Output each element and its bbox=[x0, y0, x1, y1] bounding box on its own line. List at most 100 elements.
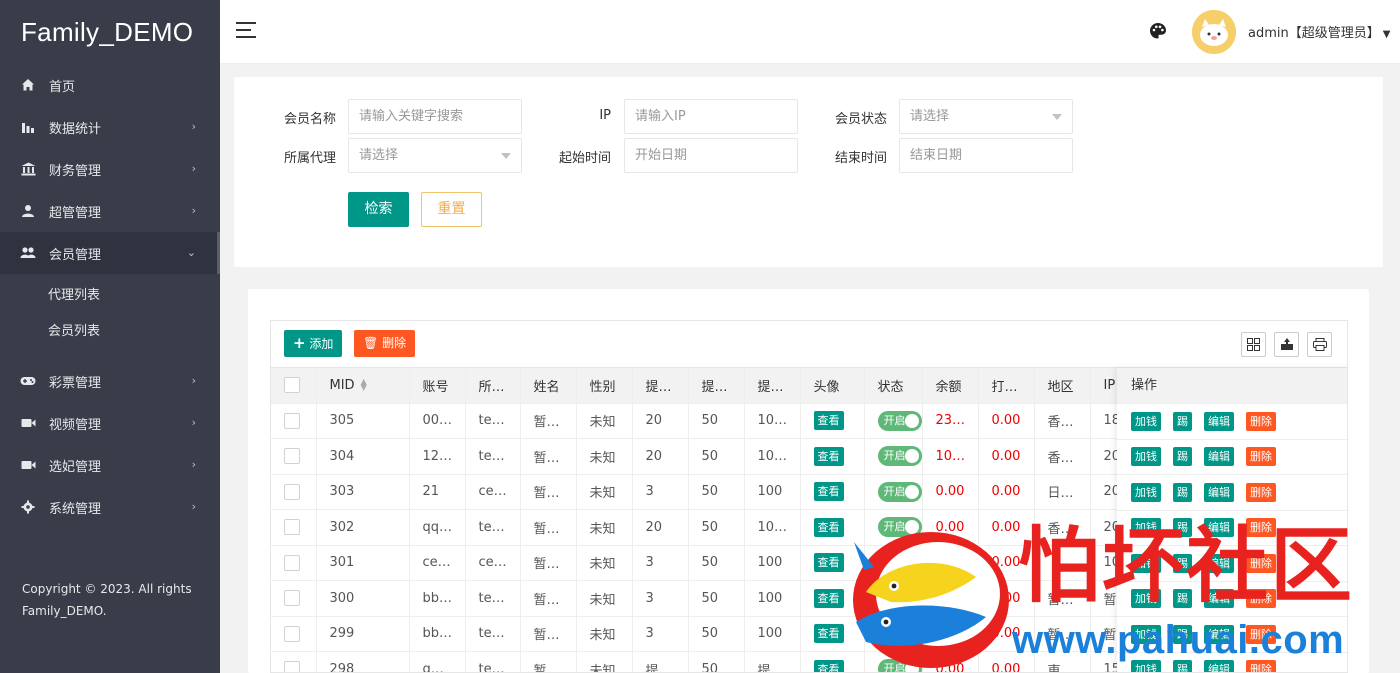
row-checkbox[interactable] bbox=[284, 483, 300, 500]
edit-button[interactable]: 编辑 bbox=[1204, 660, 1234, 672]
row-checkbox[interactable] bbox=[284, 412, 300, 429]
print-icon[interactable] bbox=[1307, 332, 1332, 357]
sidebar-subitem-member-list[interactable]: 会员列表 bbox=[0, 314, 220, 350]
kick-button[interactable]: 踢 bbox=[1173, 589, 1192, 609]
ip-input[interactable]: 请输入IP bbox=[624, 99, 798, 134]
view-avatar-button[interactable]: 查看 bbox=[813, 588, 844, 608]
row-checkbox[interactable] bbox=[284, 590, 300, 607]
sidebar-item-data-stats[interactable]: 数据统计 › bbox=[0, 106, 220, 148]
table-cell: 100 bbox=[744, 580, 801, 617]
status-toggle[interactable]: 开启 bbox=[877, 588, 921, 609]
sidebar-item-system[interactable]: 系统管理 › bbox=[0, 486, 220, 528]
agent-select[interactable]: 请选择 bbox=[348, 138, 522, 173]
sidebar-item-finance[interactable]: 财务管理 › bbox=[0, 148, 220, 190]
add-money-button[interactable]: 加钱 bbox=[1131, 447, 1161, 467]
table-cell: te… bbox=[465, 403, 521, 439]
kick-button[interactable]: 踢 bbox=[1173, 411, 1192, 431]
view-avatar-button[interactable]: 查看 bbox=[813, 517, 844, 537]
delete-row-button[interactable]: 删除 bbox=[1246, 660, 1276, 672]
edit-button[interactable]: 编辑 bbox=[1204, 411, 1234, 431]
table-cell: 未知 bbox=[576, 651, 633, 672]
kick-button[interactable]: 踢 bbox=[1173, 553, 1192, 573]
search-button[interactable]: 检索 bbox=[348, 192, 409, 227]
sort-icon[interactable]: ▲ ▼ bbox=[361, 378, 367, 392]
delete-row-button[interactable]: 删除 bbox=[1246, 482, 1276, 502]
delete-row-button[interactable]: 删除 bbox=[1246, 624, 1276, 644]
kick-button[interactable]: 踢 bbox=[1173, 518, 1192, 538]
status-toggle[interactable]: 开启 bbox=[877, 481, 921, 502]
add-money-button[interactable]: 加钱 bbox=[1131, 660, 1161, 672]
edit-button[interactable]: 编辑 bbox=[1204, 447, 1234, 467]
gamepad-icon bbox=[20, 373, 36, 389]
row-checkbox[interactable] bbox=[284, 661, 300, 672]
sidebar-item-home[interactable]: 首页 bbox=[0, 64, 220, 106]
status-toggle[interactable]: 开启 bbox=[877, 659, 921, 672]
sidebar-item-select[interactable]: 选妃管理 › bbox=[0, 444, 220, 486]
table-cell: qq… bbox=[409, 509, 466, 546]
row-checkbox[interactable] bbox=[284, 448, 300, 465]
row-checkbox[interactable] bbox=[284, 625, 300, 642]
status-toggle[interactable]: 开启 bbox=[877, 410, 921, 431]
edit-button[interactable]: 编辑 bbox=[1204, 518, 1234, 538]
status-toggle[interactable]: 开启 bbox=[877, 623, 921, 644]
columns-filter-icon[interactable] bbox=[1241, 332, 1266, 357]
table-cell: 20 bbox=[632, 403, 689, 439]
edit-button[interactable]: 编辑 bbox=[1204, 589, 1234, 609]
row-select-cell bbox=[271, 580, 317, 617]
table-cell: 3 bbox=[632, 474, 689, 510]
sidebar-item-video[interactable]: 视频管理 › bbox=[0, 402, 220, 444]
column-header[interactable]: MID ▲ ▼ bbox=[316, 368, 410, 404]
view-avatar-button[interactable]: 查看 bbox=[813, 624, 844, 644]
sidebar-item-members[interactable]: 会员管理 ⌄ bbox=[0, 232, 220, 274]
view-avatar-button[interactable]: 查看 bbox=[813, 446, 844, 466]
row-select-cell bbox=[271, 474, 317, 510]
delete-row-button[interactable]: 删除 bbox=[1246, 518, 1276, 538]
table-row: 301 ce… ce… 暂… 未知 3 50 100 查看 开启 0.00 10 bbox=[271, 545, 1147, 581]
kick-button[interactable]: 踢 bbox=[1173, 447, 1192, 467]
delete-button[interactable]: 🗑 删除 bbox=[354, 330, 416, 357]
avatar[interactable] bbox=[1192, 10, 1236, 54]
kick-button[interactable]: 踢 bbox=[1173, 482, 1192, 502]
member-name-input[interactable]: 请输入关键字搜索 bbox=[348, 99, 522, 134]
end-date-label: 结束时间 bbox=[834, 151, 887, 166]
row-checkbox[interactable] bbox=[284, 519, 300, 536]
sidebar-subitem-agent-list[interactable]: 代理列表 bbox=[0, 278, 220, 314]
delete-row-button[interactable]: 删除 bbox=[1246, 447, 1276, 467]
export-icon[interactable] bbox=[1274, 332, 1299, 357]
add-button[interactable]: + 添加 bbox=[284, 330, 343, 357]
delete-row-button[interactable]: 删除 bbox=[1246, 553, 1276, 573]
status-toggle[interactable]: 开启 bbox=[877, 552, 921, 573]
sidebar-item-lottery[interactable]: 彩票管理 › bbox=[0, 360, 220, 402]
delete-row-button[interactable]: 删除 bbox=[1246, 411, 1276, 431]
add-money-button[interactable]: 加钱 bbox=[1131, 589, 1161, 609]
add-money-button[interactable]: 加钱 bbox=[1131, 553, 1161, 573]
view-avatar-button[interactable]: 查看 bbox=[813, 659, 844, 672]
delete-row-button[interactable]: 删除 bbox=[1246, 589, 1276, 609]
edit-button[interactable]: 编辑 bbox=[1204, 624, 1234, 644]
add-money-button[interactable]: 加钱 bbox=[1131, 411, 1161, 431]
select-all-checkbox[interactable] bbox=[284, 377, 300, 394]
end-date-input[interactable]: 结束日期 bbox=[899, 138, 1073, 173]
edit-button[interactable]: 编辑 bbox=[1204, 553, 1234, 573]
user-menu[interactable]: admin【超级管理员】 ▼ bbox=[1248, 22, 1390, 41]
table-cell: 304 bbox=[316, 438, 410, 475]
start-date-input[interactable]: 开始日期 bbox=[624, 138, 798, 173]
add-money-button[interactable]: 加钱 bbox=[1131, 482, 1161, 502]
status-toggle[interactable]: 开启 bbox=[877, 446, 921, 467]
palette-icon[interactable] bbox=[1149, 22, 1169, 42]
kick-button[interactable]: 踢 bbox=[1173, 660, 1192, 672]
sidebar-item-admin[interactable]: 超管管理 › bbox=[0, 190, 220, 232]
status-toggle[interactable]: 开启 bbox=[877, 517, 921, 538]
view-avatar-button[interactable]: 查看 bbox=[813, 482, 844, 502]
table-cell: 暂… bbox=[520, 545, 577, 581]
add-money-button[interactable]: 加钱 bbox=[1131, 518, 1161, 538]
edit-button[interactable]: 编辑 bbox=[1204, 482, 1234, 502]
menu-toggle-icon[interactable] bbox=[236, 22, 256, 40]
member-status-select[interactable]: 请选择 bbox=[899, 99, 1073, 134]
reset-button[interactable]: 重置 bbox=[421, 192, 482, 227]
kick-button[interactable]: 踢 bbox=[1173, 624, 1192, 644]
add-money-button[interactable]: 加钱 bbox=[1131, 624, 1161, 644]
view-avatar-button[interactable]: 查看 bbox=[813, 411, 844, 431]
row-checkbox[interactable] bbox=[284, 554, 300, 571]
view-avatar-button[interactable]: 查看 bbox=[813, 553, 844, 573]
